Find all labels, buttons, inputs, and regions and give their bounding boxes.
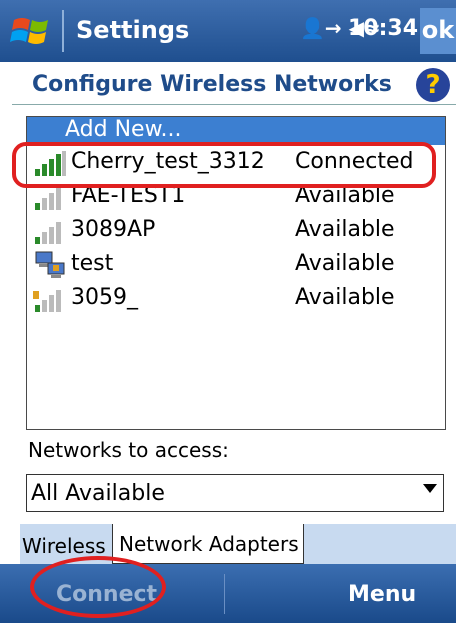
dropdown-value: All Available: [31, 481, 165, 506]
title-bar: Settings 👤→ ◀≈ 10:34 ok: [0, 0, 456, 62]
ok-button[interactable]: ok: [420, 8, 456, 54]
page-title: Configure Wireless Networks: [32, 72, 392, 97]
softkey-divider: [224, 574, 225, 614]
tab-wireless-label: Wireless: [22, 534, 106, 558]
network-status: Available: [295, 285, 395, 310]
signal-weak-icon: [35, 188, 61, 210]
networks-to-access-dropdown[interactable]: All Available: [26, 474, 444, 512]
help-icon[interactable]: ?: [416, 68, 450, 102]
network-name: test: [71, 251, 114, 276]
page-heading: Configure Wireless Networks ?: [12, 64, 456, 106]
connect-highlight: [30, 556, 166, 618]
network-list-item[interactable]: test Available: [27, 249, 445, 281]
menu-softkey[interactable]: Menu: [348, 582, 416, 607]
app-title: Settings: [76, 16, 190, 44]
network-list-item[interactable]: 3059_ Available: [27, 283, 445, 315]
connected-network-highlight: [12, 142, 436, 188]
title-divider: [62, 10, 64, 52]
tab-network-adapters-label: Network Adapters: [119, 532, 299, 556]
tab-network-adapters[interactable]: Network Adapters: [112, 524, 304, 564]
chevron-down-icon[interactable]: [423, 484, 437, 493]
heading-divider: [12, 104, 456, 105]
signal-weak-icon: [35, 222, 61, 244]
add-new-label: Add New...: [65, 117, 182, 142]
add-new-network-item[interactable]: Add New...: [27, 117, 445, 145]
network-list-item[interactable]: 3089AP Available: [27, 215, 445, 247]
networks-to-access-label: Networks to access:: [28, 438, 229, 462]
network-name: 3059_: [71, 285, 138, 310]
network-status: Available: [295, 251, 395, 276]
network-name: 3089AP: [71, 217, 156, 242]
clock[interactable]: 10:34: [348, 16, 418, 41]
signal-weak-icon: [33, 290, 61, 312]
network-status: Available: [295, 217, 395, 242]
adhoc-computer-icon: [35, 251, 65, 278]
windows-start-icon[interactable]: [10, 12, 54, 50]
